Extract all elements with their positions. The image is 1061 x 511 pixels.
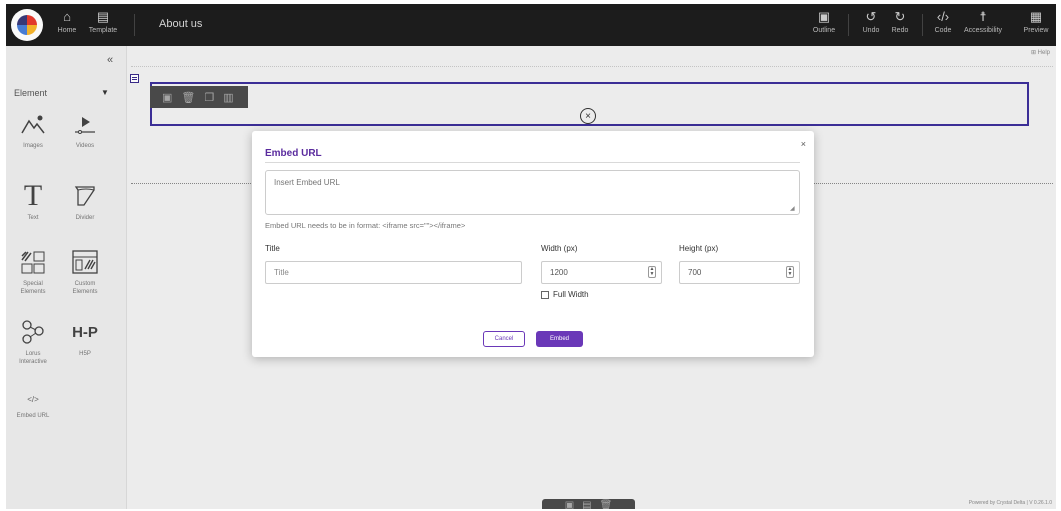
embed-url-dialog: Embed URL × ◢ Embed URL needs to be in f… (252, 131, 814, 357)
embed-button[interactable]: Embed (536, 331, 583, 347)
width-input[interactable] (541, 261, 662, 284)
cancel-button[interactable]: Cancel (483, 331, 525, 347)
title-label: Title (265, 244, 280, 253)
width-label: Width (px) (541, 244, 578, 253)
height-label: Height (px) (679, 244, 719, 253)
dialog-title: Embed URL (265, 148, 322, 159)
format-hint: Embed URL needs to be in format: <iframe… (265, 221, 466, 230)
width-stepper-icon[interactable]: ▲ ▼ (648, 266, 656, 278)
full-width-checkbox[interactable]: Full Width (541, 290, 589, 299)
height-input[interactable] (679, 261, 800, 284)
embed-url-textarea[interactable] (265, 170, 800, 215)
resize-grip-icon[interactable]: ◢ (790, 205, 795, 212)
height-stepper-icon[interactable]: ▲ ▼ (786, 266, 794, 278)
title-divider (265, 162, 800, 163)
app-window: ⌂ Home ▤ Template About us ▣ Outline ↺ U… (6, 4, 1056, 509)
checkbox-box[interactable] (541, 290, 549, 299)
close-icon[interactable]: × (801, 139, 806, 149)
title-input[interactable] (265, 261, 522, 284)
